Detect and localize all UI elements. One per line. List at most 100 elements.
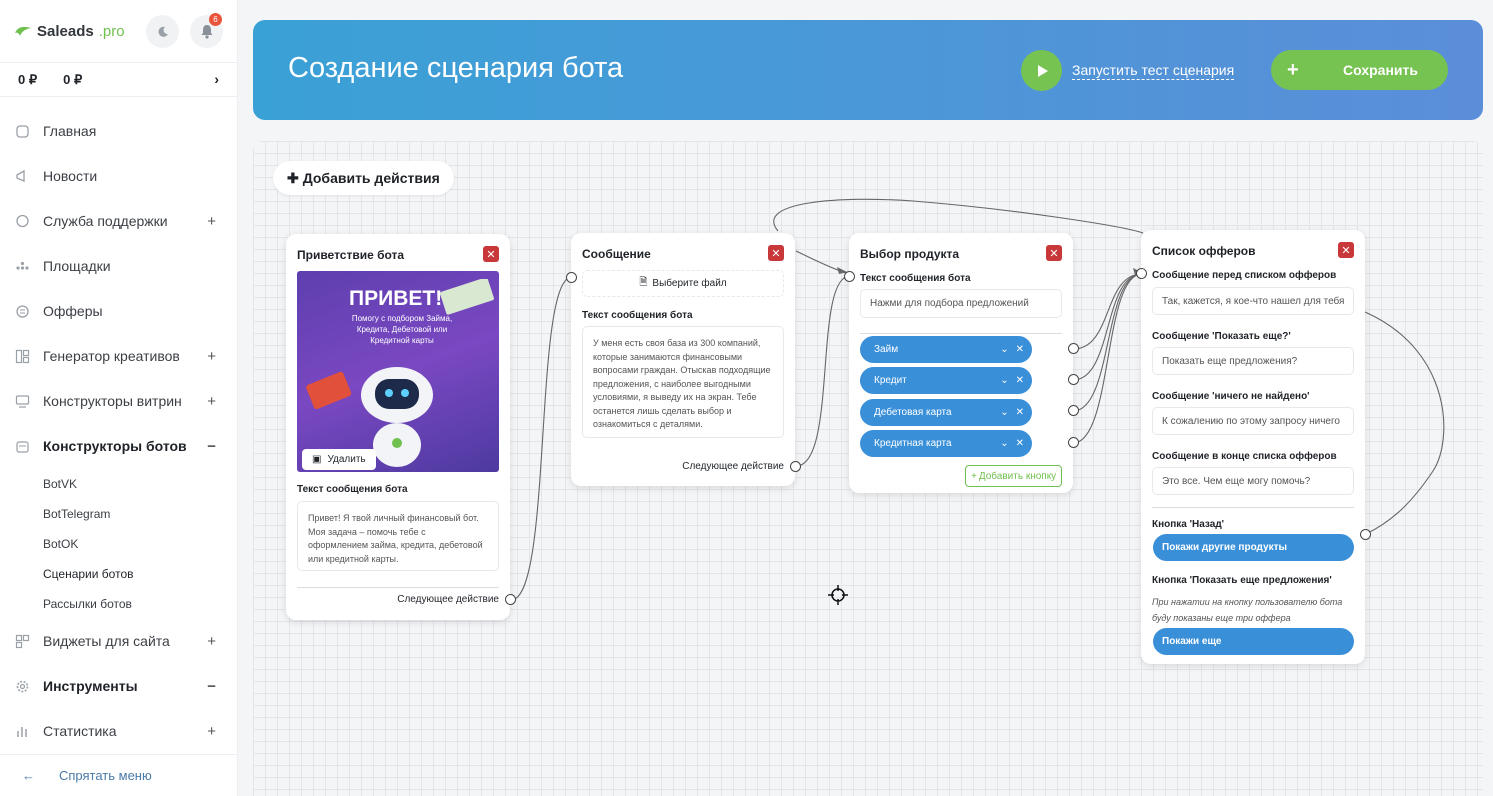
input-port[interactable] bbox=[844, 271, 855, 282]
showcase-icon bbox=[14, 393, 30, 409]
theme-toggle-button[interactable] bbox=[146, 15, 179, 48]
option-pill-loan[interactable]: Займ ⌄ ✕ bbox=[860, 336, 1032, 363]
end-of-list-field[interactable]: Это все. Чем еще могу помочь? bbox=[1152, 467, 1354, 495]
home-icon bbox=[14, 123, 30, 139]
remove-icon[interactable]: ✕ bbox=[1016, 438, 1024, 449]
greeting-image: ПРИВЕТ! Помогу с подбором Займа, Кредита… bbox=[297, 271, 499, 472]
product-text-field[interactable]: Нажми для подбора предложений bbox=[860, 289, 1062, 318]
image-icon: ▣ bbox=[312, 454, 322, 465]
delete-image-button[interactable]: ▣ Удалить bbox=[302, 449, 376, 470]
balance-main: 0 ₽ bbox=[18, 71, 38, 87]
nav-label: Конструкторы ботов bbox=[43, 438, 187, 454]
nav-item-bot-builders[interactable]: Конструкторы ботов − bbox=[0, 431, 238, 461]
nav-item-platforms[interactable]: Площадки bbox=[0, 251, 238, 281]
hide-menu-label: Спрятать меню bbox=[59, 768, 152, 783]
logo[interactable]: Saleads .pro bbox=[14, 23, 125, 40]
collapse-icon[interactable]: − bbox=[207, 438, 216, 455]
choose-file-button[interactable]: 🗎 Выберите файл bbox=[582, 270, 784, 297]
output-port[interactable] bbox=[1068, 374, 1079, 385]
scenario-canvas[interactable]: ✚ Добавить действия Приветствие бота ✕ П… bbox=[253, 141, 1483, 796]
greeting-text-field[interactable]: Привет! Я твой личный финансовый бот. Мо… bbox=[297, 501, 499, 571]
run-test-button[interactable] bbox=[1021, 50, 1062, 91]
run-test-link[interactable]: Запустить тест сценария bbox=[1072, 62, 1235, 80]
nav-item-support[interactable]: Служба поддержки + bbox=[0, 206, 238, 236]
close-icon[interactable]: ✕ bbox=[1046, 245, 1062, 261]
remove-icon[interactable]: ✕ bbox=[1016, 344, 1024, 355]
hide-menu-button[interactable]: ← Спрятать меню bbox=[0, 754, 238, 796]
add-button-button[interactable]: + Добавить кнопку bbox=[965, 465, 1063, 487]
collapse-icon[interactable]: − bbox=[207, 678, 216, 695]
node-title: Сообщение bbox=[582, 247, 651, 261]
node-greeting[interactable]: Приветствие бота ✕ ПРИВЕТ! Помогу с подб… bbox=[286, 234, 516, 620]
option-pill-credit[interactable]: Кредит ⌄ ✕ bbox=[860, 367, 1032, 394]
option-pill-credit-card[interactable]: Кредитная карта ⌄ ✕ bbox=[860, 430, 1032, 457]
output-port[interactable] bbox=[790, 461, 801, 472]
nav-item-widgets[interactable]: Виджеты для сайта + bbox=[0, 626, 238, 656]
input-port[interactable] bbox=[1136, 268, 1147, 279]
node-message[interactable]: Сообщение ✕ 🗎 Выберите файл Текст сообще… bbox=[566, 233, 801, 486]
chevron-down-icon[interactable]: ⌄ bbox=[1000, 375, 1008, 386]
message-text-field[interactable]: У меня есть своя база из 300 компаний, к… bbox=[582, 326, 784, 438]
nothing-found-field[interactable]: К сожалению по этому запросу ничего bbox=[1152, 407, 1354, 435]
nav-label: Главная bbox=[43, 123, 97, 139]
chevron-down-icon[interactable]: ⌄ bbox=[1000, 407, 1008, 418]
show-more-question-field[interactable]: Показать еще предложения? bbox=[1152, 347, 1354, 375]
node-product-choice[interactable]: Выбор продукта ✕ Текст сообщения бота На… bbox=[844, 233, 1079, 493]
input-port[interactable] bbox=[566, 272, 577, 283]
chevron-down-icon[interactable]: ⌄ bbox=[1000, 344, 1008, 355]
nav-item-stats[interactable]: Статистика + bbox=[0, 716, 238, 746]
expand-icon[interactable]: + bbox=[207, 393, 216, 410]
sub-item-bottelegram[interactable]: BotTelegram bbox=[43, 507, 110, 521]
widget-icon bbox=[14, 633, 30, 649]
sub-item-bot-scenarios[interactable]: Сценарии ботов bbox=[43, 567, 134, 581]
nav-item-offers[interactable]: Офферы bbox=[0, 296, 238, 326]
choose-file-label: Выберите файл bbox=[652, 278, 727, 289]
back-products-button[interactable]: Покажи другие продукты bbox=[1153, 534, 1354, 561]
node-offer-list[interactable]: Список офферов ✕ Сообщение перед списком… bbox=[1136, 230, 1371, 664]
bot-icon bbox=[14, 438, 30, 454]
sub-item-botvk[interactable]: BotVK bbox=[43, 477, 77, 491]
show-more-button-label: Кнопка 'Показать еще предложения' bbox=[1152, 575, 1332, 586]
nav-item-home[interactable]: Главная bbox=[0, 116, 238, 146]
output-port[interactable] bbox=[1068, 437, 1079, 448]
output-port[interactable] bbox=[1068, 343, 1079, 354]
add-action-button[interactable]: ✚ Добавить действия bbox=[273, 161, 454, 195]
chevron-down-icon[interactable]: ⌄ bbox=[1000, 438, 1008, 449]
remove-icon[interactable]: ✕ bbox=[1016, 407, 1024, 418]
sub-item-botok[interactable]: BotOK bbox=[43, 537, 78, 551]
option-pill-debit-card[interactable]: Дебетовая карта ⌄ ✕ bbox=[860, 399, 1032, 426]
output-port[interactable] bbox=[1068, 405, 1079, 416]
nav-item-showcases[interactable]: Конструкторы витрин + bbox=[0, 386, 238, 416]
before-list-field[interactable]: Так, кажется, я кое-что нашел для тебя bbox=[1152, 287, 1354, 315]
expand-icon[interactable]: + bbox=[207, 633, 216, 650]
nav-item-news[interactable]: Новости bbox=[0, 161, 238, 191]
gear-icon bbox=[14, 678, 30, 694]
sub-item-bot-mailings[interactable]: Рассылки ботов bbox=[43, 597, 132, 611]
save-label: Сохранить bbox=[1343, 62, 1418, 78]
output-port[interactable] bbox=[1360, 529, 1371, 540]
node-title: Список офферов bbox=[1152, 244, 1256, 258]
nav-item-tools[interactable]: Инструменты − bbox=[0, 671, 238, 701]
close-icon[interactable]: ✕ bbox=[768, 245, 784, 261]
output-port[interactable] bbox=[505, 594, 516, 605]
sidebar: Saleads .pro 6 0 ₽ 0 ₽ › Главная Новости … bbox=[0, 0, 238, 796]
option-label: Кредитная карта bbox=[874, 438, 952, 449]
option-label: Займ bbox=[874, 344, 899, 355]
text-label: Текст сообщения бота bbox=[582, 310, 693, 321]
save-button[interactable]: + Сохранить bbox=[1271, 50, 1448, 90]
chat-icon bbox=[14, 213, 30, 229]
expand-icon[interactable]: + bbox=[207, 723, 216, 740]
notifications-button[interactable]: 6 bbox=[190, 13, 223, 48]
expand-icon[interactable]: + bbox=[207, 213, 216, 230]
close-icon[interactable]: ✕ bbox=[483, 246, 499, 262]
next-action-label: Следующее действие bbox=[397, 594, 499, 605]
nav-label: Инструменты bbox=[43, 678, 138, 694]
show-more-button[interactable]: Покажи еще bbox=[1153, 628, 1354, 655]
expand-icon[interactable]: + bbox=[207, 348, 216, 365]
bill-icon bbox=[440, 279, 494, 315]
balance-row[interactable]: 0 ₽ 0 ₽ › bbox=[0, 62, 237, 97]
nav-item-creatives[interactable]: Генератор креативов + bbox=[0, 341, 238, 371]
close-icon[interactable]: ✕ bbox=[1338, 242, 1354, 258]
remove-icon[interactable]: ✕ bbox=[1016, 375, 1024, 386]
node-title: Приветствие бота bbox=[297, 248, 405, 262]
